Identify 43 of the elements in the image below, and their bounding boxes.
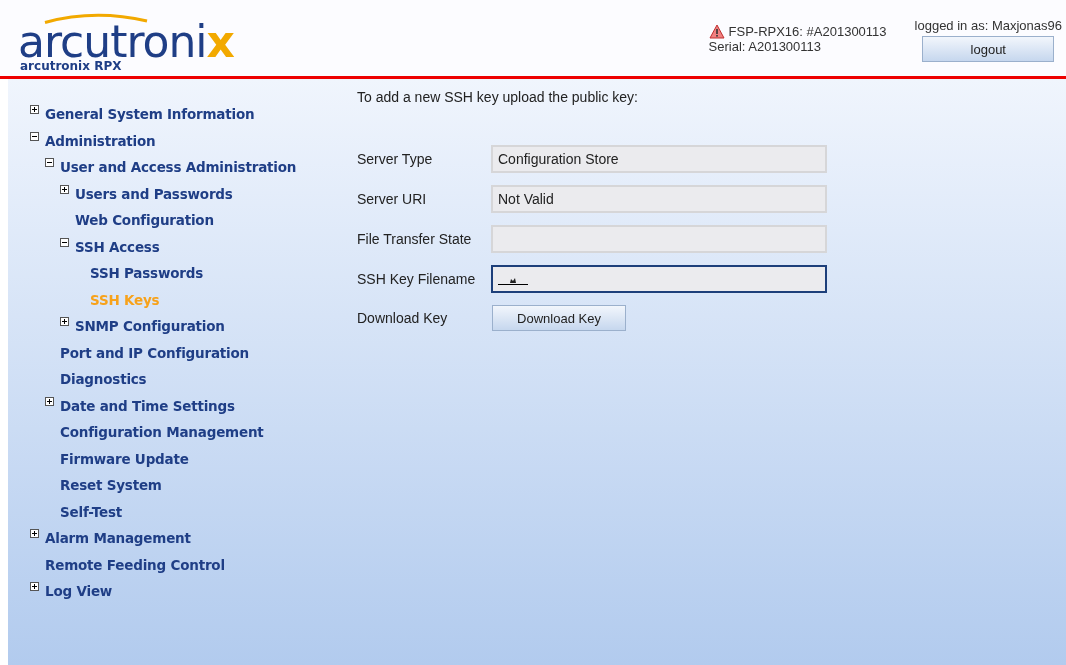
expand-icon[interactable]: [60, 184, 69, 194]
menu-item[interactable]: Reset System: [60, 477, 162, 494]
logout-button[interactable]: logout: [922, 36, 1055, 62]
menu-item[interactable]: Configuration Management: [60, 424, 264, 441]
menu-item[interactable]: Firmware Update: [60, 450, 189, 467]
input-field[interactable]: [491, 265, 827, 293]
field-label: Server URI: [357, 191, 428, 207]
collapse-icon[interactable]: [60, 237, 69, 247]
logo-subtitle: arcutronix RPX: [20, 59, 122, 73]
collapse-icon[interactable]: [30, 131, 39, 141]
menu-item[interactable]: Remote Feeding Control: [45, 556, 225, 573]
expand-icon[interactable]: [60, 317, 69, 326]
logo-text: arcutronix: [18, 25, 234, 59]
menu-item[interactable]: Port and IP Configuration: [60, 344, 249, 361]
menu-item[interactable]: General System Information: [45, 106, 255, 123]
expand-icon[interactable]: [30, 529, 39, 538]
field-label: Server Type: [357, 151, 434, 167]
expand-icon[interactable]: [30, 105, 39, 114]
menu-item[interactable]: Alarm Management: [45, 530, 191, 547]
menu-item[interactable]: Self-Test: [60, 503, 123, 520]
menu-item[interactable]: SNMP Configuration: [75, 318, 225, 335]
logged-in-label: logged in as: Maxjonas96: [914, 18, 1062, 33]
download-key-button[interactable]: Download Key: [492, 305, 626, 331]
field-label: Download Key: [357, 310, 449, 326]
input-field[interactable]: Not Valid: [491, 185, 827, 213]
menu-item[interactable]: SSH Passwords: [90, 265, 204, 282]
expand-icon[interactable]: [30, 582, 39, 591]
collapse-icon[interactable]: [45, 158, 54, 167]
intro-text: To add a new SSH key upload the public key:: [357, 89, 639, 105]
menu-item[interactable]: Web Configuration: [75, 212, 214, 229]
input-field[interactable]: Configuration Store: [491, 145, 827, 173]
menu-item[interactable]: Date and Time Settings: [60, 397, 235, 414]
field-label: SSH Key Filename: [357, 271, 477, 287]
expand-icon[interactable]: [45, 396, 54, 406]
menu-item[interactable]: SSH Access: [75, 238, 160, 255]
field-label: File Transfer State: [357, 231, 473, 247]
menu-item[interactable]: Administration: [45, 132, 156, 149]
menu-item[interactable]: Log View: [45, 583, 113, 600]
serial-number: Serial: A201300113: [708, 39, 823, 54]
menu-item[interactable]: Diagnostics: [60, 371, 147, 388]
menu-item[interactable]: User and Access Administration: [60, 159, 297, 176]
device-name: FSP-RPX16: #A201300113: [728, 24, 887, 39]
menu-item[interactable]: Users and Passwords: [75, 185, 233, 202]
